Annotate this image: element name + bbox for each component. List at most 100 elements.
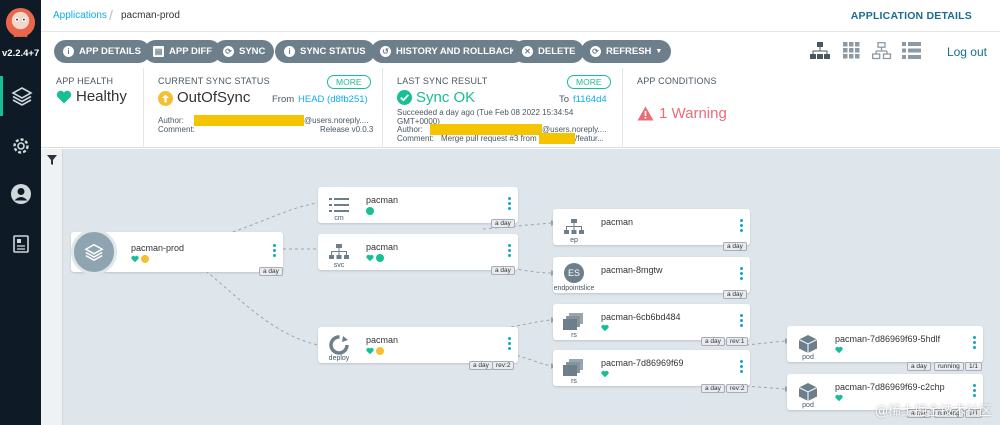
tree-node-configmap[interactable]: cm pacman [318,187,518,223]
pod-ready-badge: 1/1 [965,362,983,371]
last-sync-panel: LAST SYNC RESULT MORE Sync OK To f1164d4… [383,68,623,148]
close-icon: ✕ [522,46,533,57]
sync-status-value: OutOfSync [177,89,251,106]
warning-count-link[interactable]: 1 Warning [659,105,727,122]
sidebar-item-applications[interactable] [0,76,41,116]
list-view-icon[interactable] [902,42,921,59]
tree-node-replicaset[interactable]: rs pacman-7d86969f69 [553,350,750,386]
tree-node-endpointslice[interactable]: ES endpointslice pacman-8mgtw [553,257,750,293]
grid-view-icon[interactable] [843,42,860,59]
node-menu-icon[interactable] [740,314,743,329]
app-details-label: APP DETAILS [79,46,141,57]
age-badge: a day [491,266,515,275]
layers-icon [11,87,33,106]
last-sync-more-button[interactable]: MORE [567,75,611,89]
node-menu-icon[interactable] [508,337,511,352]
tree-view-icon[interactable] [810,42,830,59]
out-of-sync-icon [376,347,384,355]
tree-node-pod[interactable]: pod pacman-7d86969f69-5hdlf [787,326,983,362]
history-label: HISTORY AND ROLLBACK [396,46,517,57]
history-icon: ↺ [380,46,391,57]
out-of-sync-icon [158,91,173,106]
resource-tree-canvas[interactable]: pacman-prod a day cm pacman a day svc pa… [41,149,1000,425]
sync-icon: ⟳ [223,46,234,57]
warning-icon [637,106,654,121]
tree-node-deployment[interactable]: deploy pacman [318,327,518,363]
tree-node-replicaset[interactable]: rs pacman-6cb6bd484 [553,304,750,340]
node-menu-icon[interactable] [973,384,976,399]
sync-label: SYNC [239,46,266,57]
node-name: pacman [366,195,399,205]
watermark: @稀土掘金技术社区 [874,404,992,419]
refresh-label: REFRESH [606,46,652,57]
comment-text: Release v0.0.3 [320,125,374,134]
version-label: v2.2.4+7 [2,48,40,59]
history-rollback-button[interactable]: ↺ HISTORY AND ROLLBACK [371,40,526,63]
node-menu-icon[interactable] [973,336,976,351]
heart-icon [601,324,609,332]
out-of-sync-icon [141,255,149,263]
app-health-value: Healthy [76,88,127,105]
to-ref-link[interactable]: f1164d4 [573,94,607,105]
node-status [366,347,384,355]
sync-button[interactable]: ⟳ SYNC [214,40,275,63]
heart-icon [835,346,843,354]
sidebar-item-user[interactable] [0,174,41,214]
layers-icon [84,243,104,262]
refresh-icon: ⟳ [590,46,601,57]
tree-node-application[interactable]: pacman-prod [71,229,283,275]
network-view-icon[interactable] [872,42,892,60]
node-name: pacman-7d86969f69-5hdlf [835,334,941,344]
heart-icon [366,347,374,355]
age-badge: a day [701,337,725,346]
node-name: pacman [366,335,399,345]
revision-badge: rev:1 [726,337,749,346]
breadcrumb-current: pacman-prod [121,10,180,21]
node-kind: pod [802,354,814,361]
delete-button[interactable]: ✕ DELETE [513,40,585,63]
node-menu-icon[interactable] [273,244,276,259]
breadcrumb-separator: / [109,7,113,23]
node-menu-icon[interactable] [740,219,743,234]
sidebar-item-docs[interactable] [0,224,41,264]
tree-node-endpoints[interactable]: ep pacman [553,209,750,245]
comment-text: Merge pull request #3 from [441,134,537,143]
node-menu-icon[interactable] [508,197,511,212]
node-name: pacman-8mgtw [601,265,663,275]
app-details-button[interactable]: i APP DETAILS [54,40,150,63]
node-menu-icon[interactable] [508,244,511,259]
author-label: Author: [158,116,184,125]
synced-icon [366,207,374,215]
sidebar-item-settings[interactable] [0,126,41,166]
chevron-down-icon: ▼ [655,48,663,55]
logout-link[interactable]: Log out [947,45,987,59]
node-menu-icon[interactable] [740,360,743,375]
app-diff-button[interactable]: ▤ APP DIFF [144,40,222,63]
breadcrumb-applications[interactable]: Applications [53,10,107,21]
last-sync-title: LAST SYNC RESULT [397,76,488,86]
tree-node-service[interactable]: svc pacman [318,234,518,270]
es-badge: ES [564,263,584,283]
argo-logo[interactable] [4,6,37,39]
from-ref-link[interactable]: HEAD (d8fb251) [298,94,368,105]
node-menu-icon[interactable] [740,267,743,282]
last-sync-value: Sync OK [416,89,476,106]
node-name: pacman-6cb6bd484 [601,312,681,322]
view-switcher [810,42,930,65]
sidebar: v2.2.4+7 [0,0,41,425]
node-name: pacman [601,217,634,227]
node-name: pacman-7d86969f69 [601,358,684,368]
toolbar: i APP DETAILS ▤ APP DIFF ⟳ SYNC i SYNC STATU… [41,32,1000,68]
refresh-button[interactable]: ⟳ REFRESH ▼ [581,40,672,63]
sync-more-button[interactable]: MORE [327,75,371,89]
app-conditions-title: APP CONDITIONS [637,76,717,86]
page-title: APPLICATION DETAILS [850,10,972,22]
author-email: @users.noreply.... [304,116,369,125]
to-label: To [559,94,570,105]
node-status [835,394,843,402]
node-kind: deploy [328,355,350,362]
file-icon: ▤ [153,46,164,57]
node-status [366,254,384,262]
sync-status-button[interactable]: i SYNC STATUS [275,40,375,63]
node-status [131,255,149,263]
